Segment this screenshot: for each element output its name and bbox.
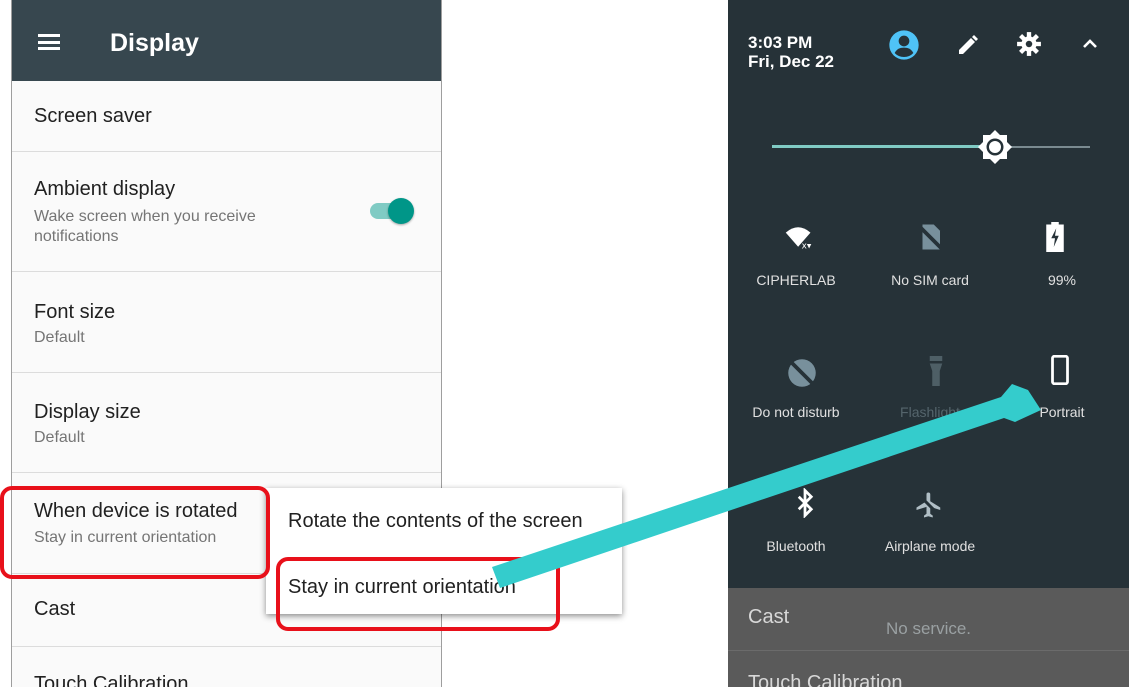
setting-title: Display size <box>34 401 141 423</box>
ambient-display-toggle[interactable] <box>368 198 414 224</box>
tile-label-portrait: Portrait <box>1039 404 1085 420</box>
background-touch-calibration-label: Touch Calibration <box>748 672 903 687</box>
do-not-disturb-icon[interactable] <box>787 358 817 388</box>
setting-summary: Default <box>34 429 85 446</box>
option-rotate-contents[interactable]: Rotate the contents of the screen <box>288 510 583 533</box>
page-title: Display <box>110 29 199 57</box>
highlight-stay-orientation <box>276 557 560 631</box>
brightness-icon[interactable] <box>977 130 1012 164</box>
menu-icon[interactable] <box>38 34 60 50</box>
setting-title: Touch Calibration <box>34 673 189 687</box>
bluetooth-icon[interactable] <box>790 488 820 518</box>
svg-text:x▾: x▾ <box>802 241 812 251</box>
settings-gear-icon[interactable] <box>1016 31 1042 57</box>
tile-label-dnd: Do not disturb <box>752 404 840 420</box>
background-cast-label: Cast <box>748 606 790 628</box>
wifi-no-internet-icon[interactable]: x▾ <box>784 222 814 252</box>
flashlight-icon[interactable] <box>921 356 951 386</box>
user-icon[interactable] <box>888 29 920 61</box>
tile-label-flashlight: Flashlight <box>900 404 960 420</box>
airplane-icon[interactable] <box>914 490 944 520</box>
setting-summary: Default <box>34 329 85 346</box>
edit-icon[interactable] <box>956 33 980 57</box>
status-datetime: 3:03 PM Fri, Dec 22 <box>748 33 834 71</box>
status-date: Fri, Dec 22 <box>748 52 834 71</box>
divider <box>728 650 1129 651</box>
background-settings-list: Cast No service. Touch Calibration <box>728 588 1129 687</box>
setting-title: Cast <box>34 598 76 620</box>
setting-title: Screen saver <box>34 105 152 127</box>
tile-label-bluetooth: Bluetooth <box>766 538 826 554</box>
toggle-thumb <box>388 198 414 224</box>
setting-summary: Wake screen when you receive notificatio… <box>34 208 256 245</box>
tile-label-wifi: CIPHERLAB <box>756 272 836 288</box>
app-bar: Display <box>12 0 441 81</box>
setting-font-size[interactable]: Font size Default <box>12 272 441 373</box>
tile-label-airplane: Airplane mode <box>884 538 976 554</box>
battery-charging-icon[interactable] <box>1040 222 1070 252</box>
highlight-when-rotated <box>0 486 270 579</box>
setting-screen-saver[interactable]: Screen saver <box>12 81 441 152</box>
quick-settings-panel: 3:03 PM Fri, Dec 22 x▾ CIPHERLAB No SIM … <box>728 0 1129 687</box>
no-service-label: No service. <box>886 619 972 638</box>
tile-label-battery: 99% <box>1047 272 1077 288</box>
setting-title: Font size <box>34 301 116 323</box>
status-time: 3:03 PM <box>748 33 813 52</box>
no-sim-icon[interactable] <box>915 222 945 252</box>
setting-display-size[interactable]: Display size Default <box>12 373 441 473</box>
collapse-chevron-icon[interactable] <box>1080 34 1100 54</box>
portrait-icon[interactable] <box>1045 355 1075 385</box>
slider-fill <box>772 145 995 148</box>
tile-label-sim: No SIM card <box>891 272 969 288</box>
setting-touch-calibration[interactable]: Touch Calibration <box>12 647 441 687</box>
brightness-slider[interactable] <box>772 130 1090 164</box>
setting-title: Ambient display <box>34 178 176 200</box>
